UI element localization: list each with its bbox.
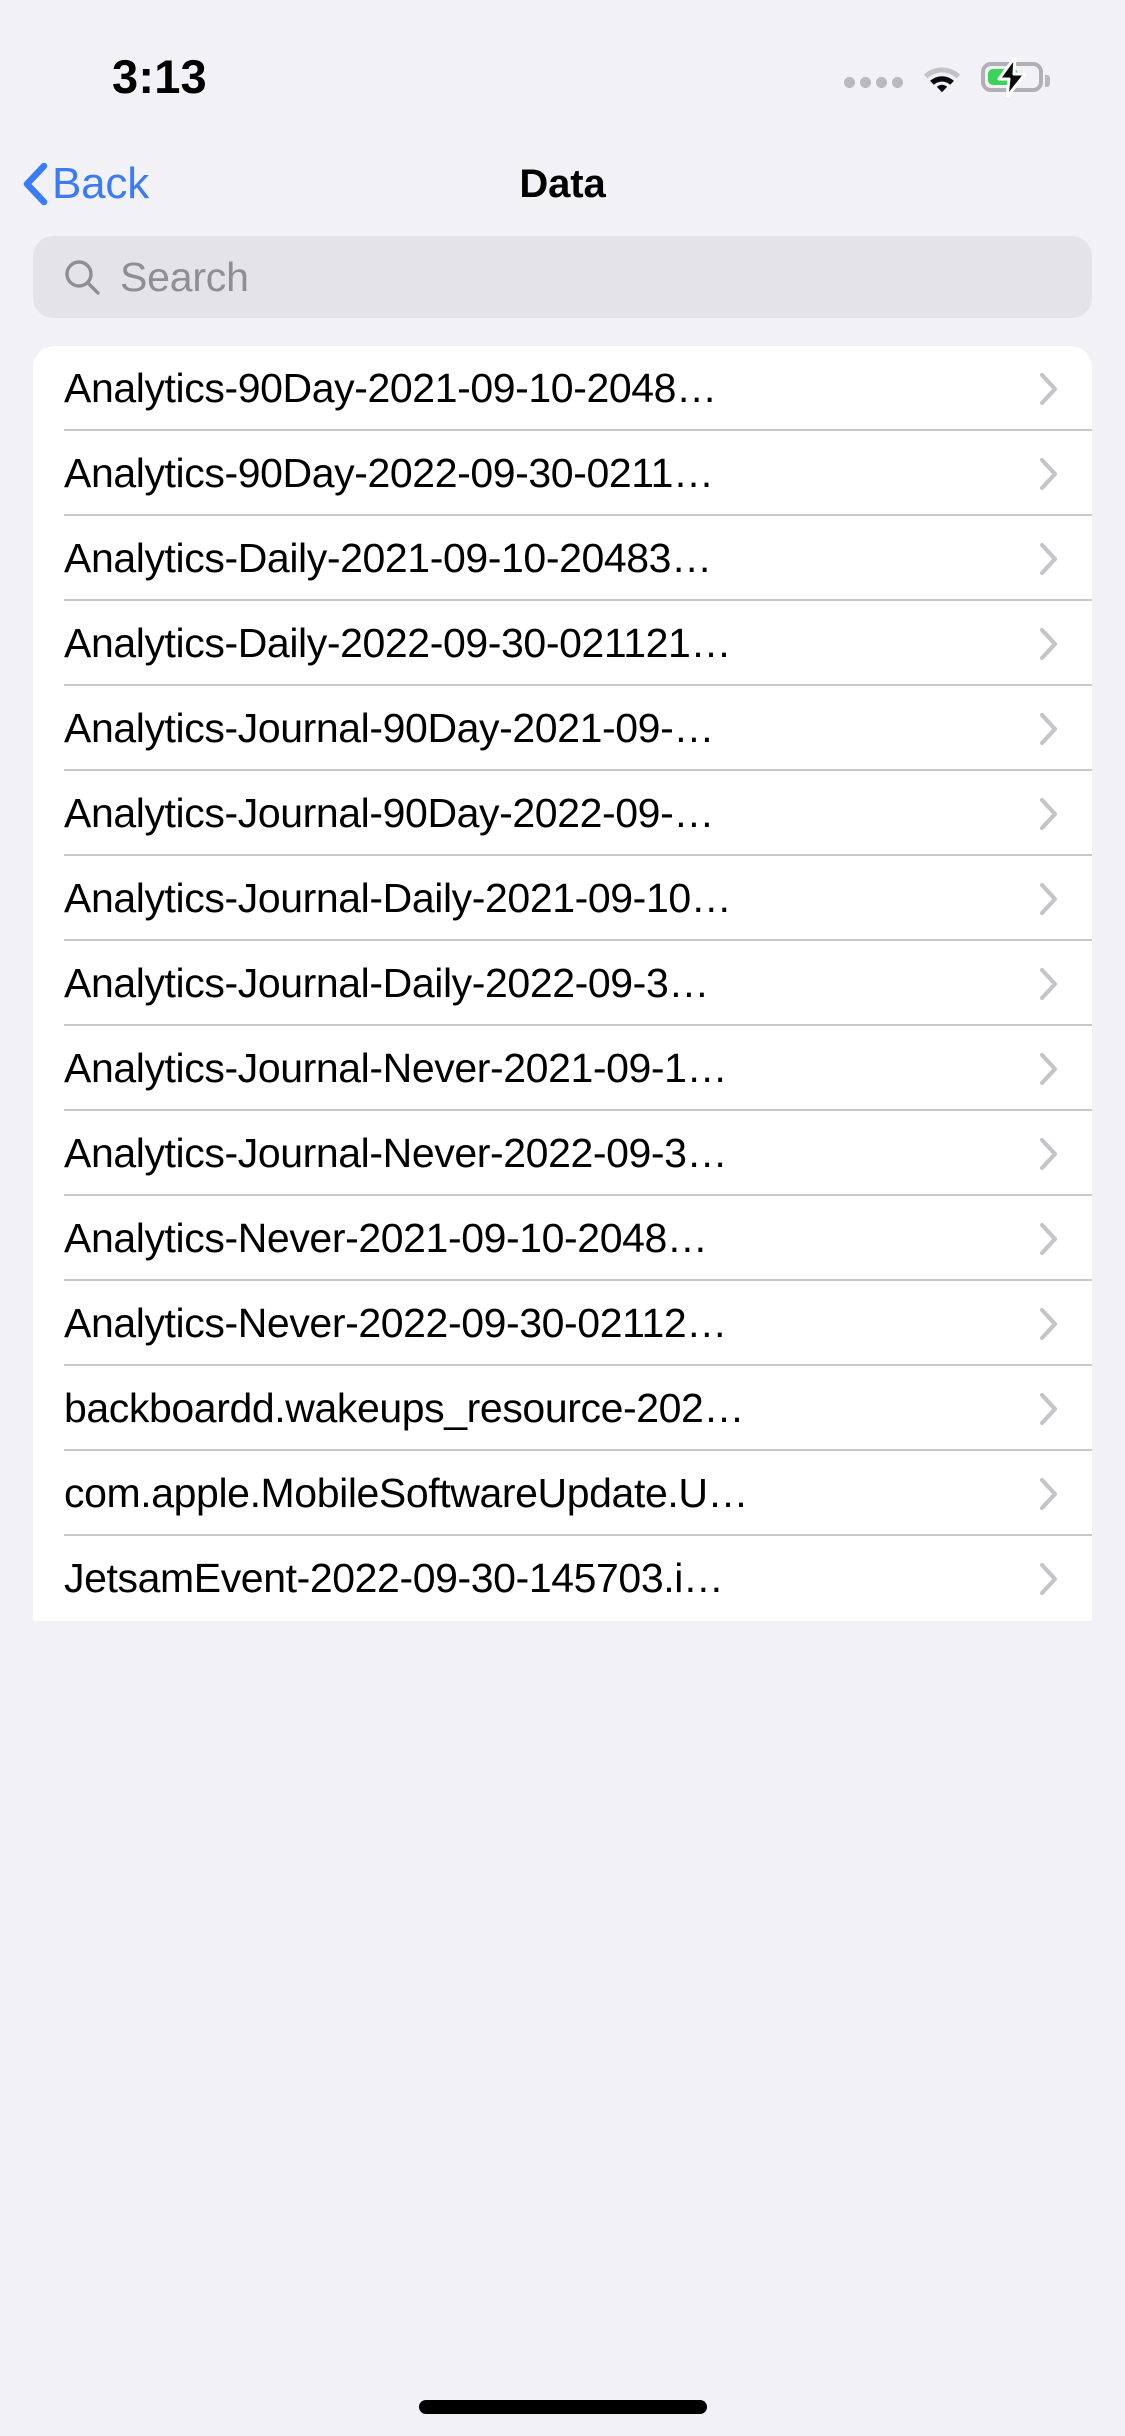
- list-item[interactable]: backboardd.wakeups_resource-202…: [33, 1366, 1092, 1451]
- list-item-label: backboardd.wakeups_resource-202…: [64, 1385, 745, 1431]
- chevron-right-icon: [1039, 1477, 1059, 1511]
- home-indicator: [418, 2400, 707, 2414]
- list-item[interactable]: Analytics-Journal-Daily-2022-09-3…: [33, 941, 1092, 1026]
- page-title: Data: [519, 161, 606, 206]
- list-item-label: Analytics-Never-2021-09-10-2048…: [64, 1215, 708, 1261]
- chevron-right-icon: [1039, 882, 1059, 916]
- navigation-bar: Back Data: [0, 132, 1125, 236]
- list-item-label: Analytics-90Day-2022-09-30-0211…: [64, 450, 714, 496]
- status-bar-time: 3:13: [112, 49, 207, 103]
- chevron-right-icon: [1039, 967, 1059, 1001]
- chevron-left-icon: [22, 162, 48, 206]
- chevron-right-icon: [1039, 542, 1059, 576]
- battery-charging-icon: [981, 57, 1050, 97]
- back-button-label: Back: [52, 159, 150, 208]
- chevron-right-icon: [1039, 1222, 1059, 1256]
- list-item-label: Analytics-Journal-Never-2021-09-1…: [64, 1045, 728, 1091]
- list-item[interactable]: Analytics-Never-2022-09-30-02112…: [33, 1281, 1092, 1366]
- chevron-right-icon: [1039, 1392, 1059, 1426]
- list-item[interactable]: Analytics-90Day-2022-09-30-0211…: [33, 431, 1092, 516]
- list-item[interactable]: Analytics-90Day-2021-09-10-2048…: [33, 346, 1092, 431]
- chevron-right-icon: [1039, 1137, 1059, 1171]
- list-item[interactable]: Analytics-Daily-2022-09-30-021121…: [33, 601, 1092, 686]
- chevron-right-icon: [1039, 457, 1059, 491]
- list-item-label: Analytics-90Day-2021-09-10-2048…: [64, 365, 717, 411]
- chevron-right-icon: [1039, 627, 1059, 661]
- data-list: Analytics-90Day-2021-09-10-2048… Analytic…: [33, 346, 1092, 1621]
- chevron-right-icon: [1039, 797, 1059, 831]
- chevron-right-icon: [1039, 1562, 1059, 1596]
- list-item-label: Analytics-Journal-90Day-2021-09-…: [64, 705, 714, 751]
- list-item[interactable]: JetsamEvent-2022-09-30-145703.i…: [33, 1536, 1092, 1621]
- cellular-dots-icon: [844, 66, 903, 88]
- search-input[interactable]: Search: [33, 236, 1092, 318]
- list-item[interactable]: Analytics-Journal-90Day-2022-09-…: [33, 771, 1092, 856]
- list-item[interactable]: Analytics-Never-2021-09-10-2048…: [33, 1196, 1092, 1281]
- list-item-label: Analytics-Journal-Daily-2022-09-3…: [64, 960, 709, 1006]
- status-bar: 3:13: [0, 0, 1125, 132]
- list-item[interactable]: Analytics-Journal-Never-2022-09-3…: [33, 1111, 1092, 1196]
- list-item[interactable]: Analytics-Journal-90Day-2021-09-…: [33, 686, 1092, 771]
- search-placeholder: Search: [120, 253, 249, 300]
- list-item-label: Analytics-Daily-2021-09-10-20483…: [64, 535, 712, 581]
- search-icon: [63, 258, 101, 296]
- list-item[interactable]: Analytics-Journal-Daily-2021-09-10…: [33, 856, 1092, 941]
- list-item-label: Analytics-Never-2022-09-30-02112…: [64, 1300, 727, 1346]
- list-item-label: Analytics-Journal-Daily-2021-09-10…: [64, 875, 732, 921]
- data-list-scroll-area[interactable]: Analytics-90Day-2021-09-10-2048… Analytic…: [0, 346, 1125, 2436]
- chevron-right-icon: [1039, 712, 1059, 746]
- wifi-icon: [920, 61, 964, 93]
- list-item[interactable]: Analytics-Daily-2021-09-10-20483…: [33, 516, 1092, 601]
- iphone-screen: 3:13 Back Data Search Analytics-90Day-20…: [0, 0, 1125, 2436]
- list-item-label: com.apple.MobileSoftwareUpdate.U…: [64, 1470, 749, 1516]
- list-item-label: Analytics-Journal-90Day-2022-09-…: [64, 790, 714, 836]
- list-item[interactable]: com.apple.MobileSoftwareUpdate.U…: [33, 1451, 1092, 1536]
- list-item-label: Analytics-Journal-Never-2022-09-3…: [64, 1130, 728, 1176]
- back-button[interactable]: Back: [22, 162, 149, 206]
- chevron-right-icon: [1039, 372, 1059, 406]
- chevron-right-icon: [1039, 1052, 1059, 1086]
- search-bar-container: Search: [0, 236, 1125, 346]
- list-item-label: JetsamEvent-2022-09-30-145703.i…: [64, 1555, 724, 1601]
- chevron-right-icon: [1039, 1307, 1059, 1341]
- list-item[interactable]: Analytics-Journal-Never-2021-09-1…: [33, 1026, 1092, 1111]
- list-item-label: Analytics-Daily-2022-09-30-021121…: [64, 620, 732, 666]
- status-bar-indicators: [844, 57, 1050, 97]
